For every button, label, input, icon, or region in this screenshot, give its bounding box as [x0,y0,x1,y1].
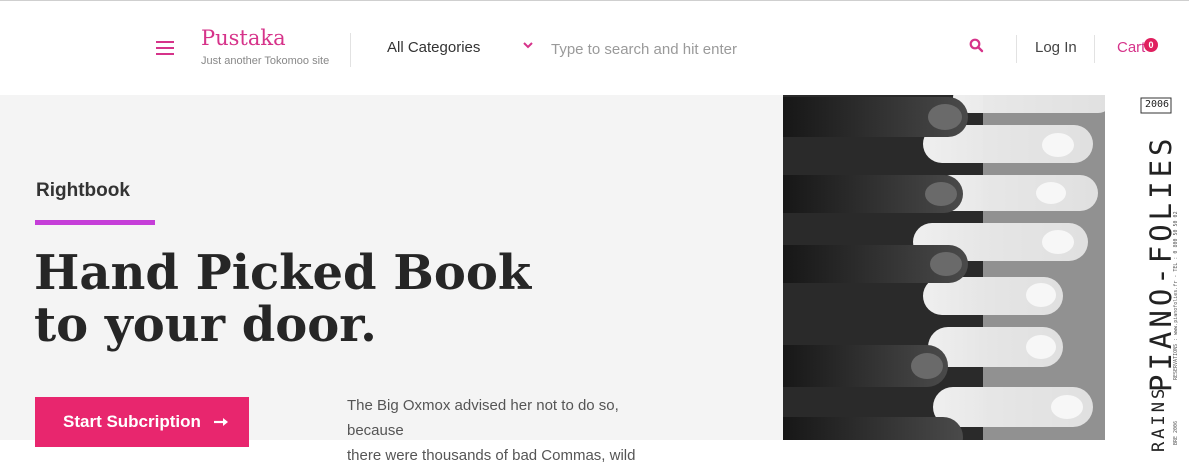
divider [1016,35,1017,63]
hero-title-line: Hand Picked Book [34,245,532,301]
site-tagline: Just another Tokomoo site [201,55,330,67]
eyebrow-underline [35,220,155,225]
search-input[interactable] [549,37,933,61]
site-title[interactable]: Pustaka [201,26,286,50]
hero-section: Rightbook Hand Picked Book to your door.… [0,95,783,464]
arrow-right-icon [213,418,228,426]
hero-description: The Big Oxmox advised her not to do so, … [347,393,667,468]
cta-label: Start Subcription [63,412,201,431]
hero-title: Hand Picked Book to your door. [34,247,531,351]
poster-side-text: RAINS [1149,385,1169,452]
poster-year: 2006 [1144,99,1170,110]
search-icon[interactable] [969,38,984,53]
hero-poster-image [783,95,1189,440]
login-link[interactable]: Log In [1035,39,1077,56]
hero-description-line: there were thousands of bad Commas, wild [347,447,636,464]
hamburger-menu-icon[interactable] [156,41,174,55]
hero-description-line: The Big Oxmox advised her not to do so, … [347,397,619,439]
divider [1094,35,1095,63]
divider [350,33,351,67]
cart-count-badge: 0 [1144,38,1158,52]
category-select-value[interactable]: All Categories [387,39,480,56]
hero-title-line: to your door. [34,297,377,353]
site-header: Pustaka Just another Tokomoo site All Ca… [0,1,1189,95]
cart-link[interactable]: Cart [1117,39,1145,56]
hero-eyebrow: Rightbook [36,180,130,201]
chevron-down-icon[interactable] [522,40,534,50]
poster-small-print-2: BRE 2006 [1173,420,1179,445]
poster-small-print: RESERVATIONS : www.pianofolies.fr - TEL … [1173,211,1179,380]
